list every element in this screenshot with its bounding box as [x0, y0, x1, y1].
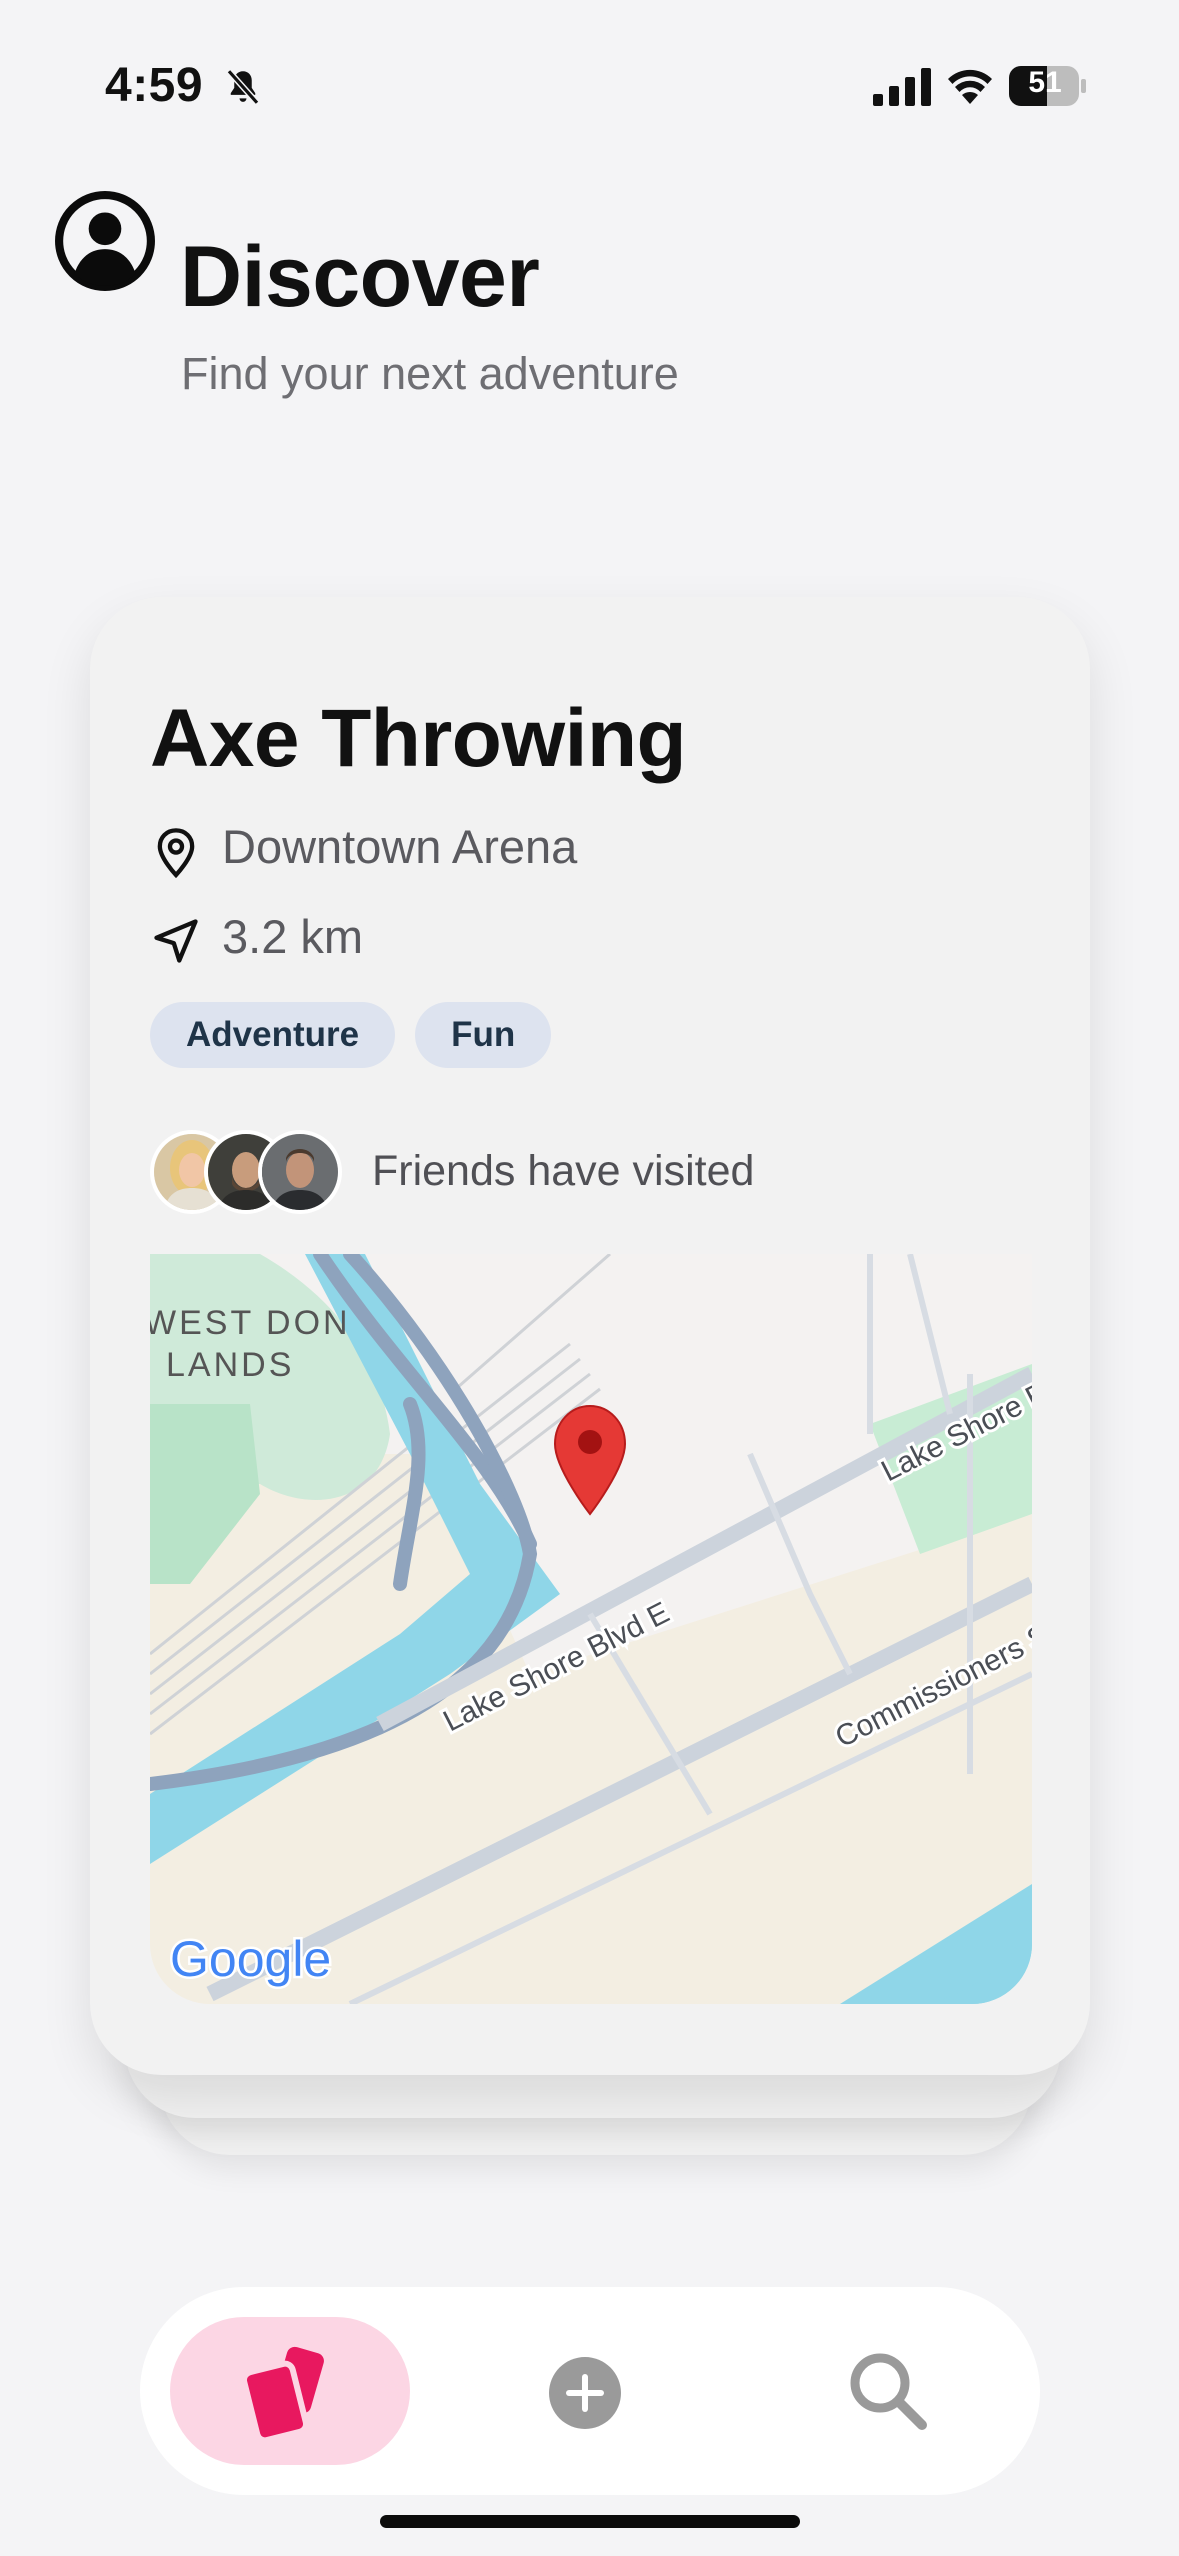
tag-chip: Fun	[415, 1002, 552, 1068]
map-area-label: WEST DON	[150, 1304, 351, 1342]
activity-distance: 3.2 km	[222, 910, 364, 963]
friends-visited-text: Friends have visited	[372, 1147, 755, 1195]
activity-title: Axe Throwing	[150, 693, 687, 784]
status-time: 4:59	[105, 59, 204, 112]
page-subtitle: Find your next adventure	[181, 348, 679, 399]
friend-avatars	[150, 1130, 350, 1214]
person-circle-icon[interactable]	[54, 190, 156, 292]
map-pin-icon	[157, 828, 195, 879]
activity-card[interactable]: Axe Throwing Downtown Arena 3.2 km Adven…	[90, 597, 1090, 2075]
cellular-signal-icon	[873, 68, 931, 106]
battery-level: 51	[1028, 66, 1062, 99]
tag-chip: Adventure	[150, 1002, 396, 1068]
search-icon[interactable]	[846, 2349, 930, 2433]
bottom-tab-bar	[140, 2287, 1040, 2495]
page-title: Discover	[180, 229, 540, 325]
activity-location: Downtown Arena	[222, 820, 578, 873]
tag-list: Adventure Fun	[150, 1002, 552, 1068]
home-indicator[interactable]	[380, 2515, 800, 2528]
plus-circle-icon[interactable]	[547, 2355, 623, 2431]
avatar	[258, 1130, 342, 1214]
map-attribution: Google	[170, 1931, 331, 1987]
bell-slash-icon	[226, 69, 260, 105]
navigation-arrow-icon	[154, 919, 198, 963]
wifi-icon	[948, 69, 992, 104]
location-map[interactable]: WEST DON LANDS Lake Shore Blvd E Lake Sh…	[150, 1254, 1032, 2004]
map-area-label: LANDS	[166, 1346, 294, 1384]
cards-icon[interactable]	[240, 2345, 340, 2441]
status-bar: 4:59 51	[0, 0, 1179, 170]
